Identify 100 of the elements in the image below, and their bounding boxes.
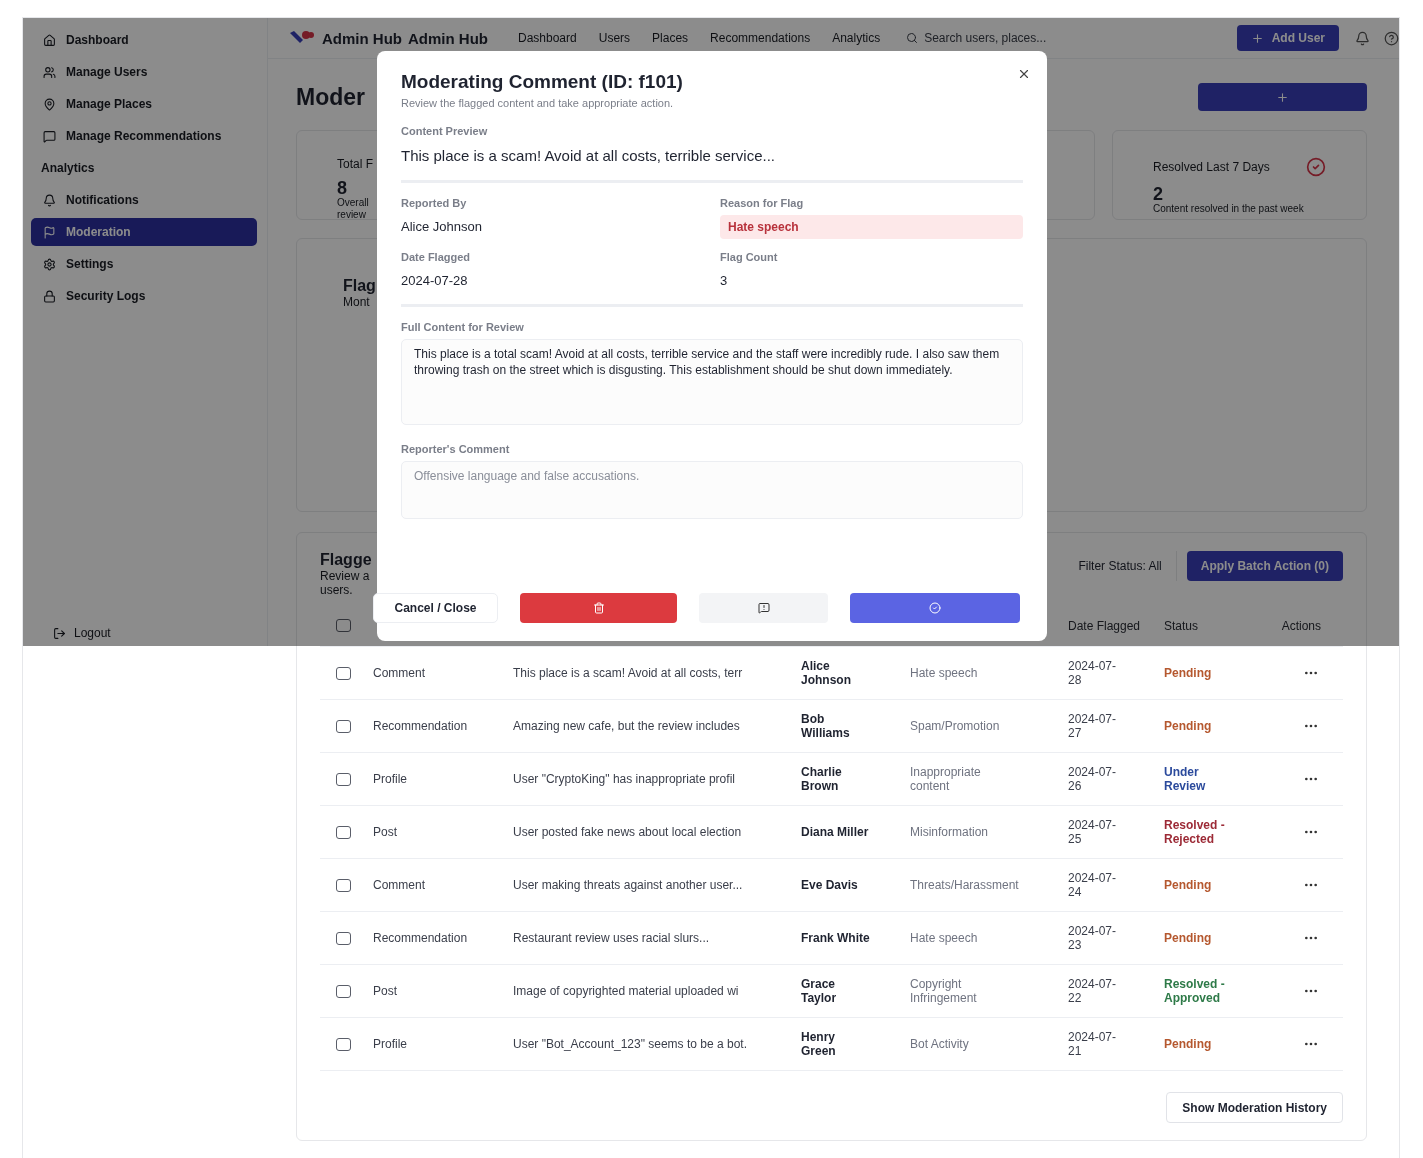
table-cell-text: 2024-07-23 <box>1068 923 1118 953</box>
table-cell-text: Misinformation <box>910 824 990 840</box>
checkbox[interactable] <box>336 1037 351 1051</box>
sidebar-item[interactable]: Manage Recommendations <box>31 122 257 150</box>
table-cell-text: Restaurant review uses racial slurs... <box>513 930 711 946</box>
field-label: Reporter's Comment <box>401 443 511 455</box>
card-title: Flagge <box>320 551 372 569</box>
plus-icon <box>1276 90 1289 104</box>
table-cell-text: 2024-07-26 <box>1068 764 1118 794</box>
card-subtitle: Review a users. <box>320 569 371 597</box>
stat-label: Resolved Last 7 Days <box>1153 160 1270 174</box>
checkbox[interactable] <box>336 772 351 786</box>
table-cell-text: User "CryptoKing" has inappropriate profil <box>513 771 736 787</box>
sidebar-item[interactable]: Manage Places <box>31 90 257 118</box>
dialog-subtitle: Review the flagged content and take appropriate action. <box>401 97 675 109</box>
sidebar-item[interactable]: Dashboard <box>31 26 257 54</box>
status-label: Under Review <box>1164 764 1207 794</box>
checkbox[interactable] <box>336 984 351 998</box>
status-label: Pending <box>1164 665 1213 681</box>
table-cell-text: Recommendation <box>373 930 469 946</box>
logout-link[interactable]: Logout <box>31 626 257 640</box>
checkbox[interactable] <box>336 931 351 945</box>
status-filter[interactable]: Filter Status: All <box>1078 551 1177 581</box>
status-label: Pending <box>1164 1036 1213 1052</box>
stat-value: 8 <box>337 179 347 197</box>
card-subtitle: Mont <box>343 295 370 309</box>
column-header: Date Flagged <box>1068 618 1142 633</box>
bell-icon <box>43 193 56 207</box>
table-cell-text: 2024-07-21 <box>1068 1029 1118 1059</box>
table-cell-text: Image of copyrighted material uploaded wi <box>513 983 740 999</box>
stat-label: Total F <box>337 157 373 171</box>
table-cell-text: Grace Taylor <box>801 976 838 1006</box>
table-cell-text: Recommendation <box>373 718 469 734</box>
home-icon <box>43 33 56 47</box>
nav-link[interactable]: Users <box>598 31 631 45</box>
search-field[interactable]: Search users, places... <box>902 25 1103 51</box>
trash-icon <box>592 602 605 614</box>
status-label: Pending <box>1164 877 1213 893</box>
table-cell-text: Amazing new cafe, but the review includes <box>513 718 741 734</box>
cancel-button[interactable]: Cancel / Close <box>373 593 498 623</box>
checkbox[interactable] <box>336 825 351 839</box>
status-label: Resolved - Rejected <box>1164 817 1226 847</box>
field-label: Date Flagged <box>401 251 472 263</box>
brand-name: Admin Hub <box>408 29 488 47</box>
table-cell-text: Comment <box>373 665 426 681</box>
table-cell-text: Hate speech <box>910 665 979 681</box>
checkbox[interactable] <box>336 719 351 733</box>
flag-icon <box>43 225 56 239</box>
nav-link[interactable]: Analytics <box>832 31 881 45</box>
field-value: 2024-07-28 <box>401 273 469 288</box>
table-cell-text: Eve Davis <box>801 877 859 893</box>
reason-badge: Hate speech <box>720 215 1023 239</box>
table-cell-text: User making threats against another user... <box>513 877 744 893</box>
page-title: Moder <box>296 83 365 111</box>
sidebar-item[interactable]: Security Logs <box>31 282 257 310</box>
logo-icon <box>288 30 314 46</box>
status-label: Pending <box>1164 718 1213 734</box>
field-label: Flag Count <box>720 251 779 263</box>
nav-link[interactable]: Dashboard <box>518 31 577 45</box>
nav-link[interactable]: Recommendations <box>710 31 811 45</box>
add-user-button[interactable]: Add User <box>1236 25 1339 51</box>
plus-icon <box>1250 31 1264 45</box>
field-label: Full Content for Review <box>401 321 525 333</box>
brand-name: Admin Hub <box>322 29 402 47</box>
bell-icon[interactable] <box>1355 30 1370 46</box>
lock-icon <box>43 289 56 303</box>
field-label: Reason for Flag <box>720 197 805 209</box>
table-cell-text: Copyright Infringement <box>910 976 978 1006</box>
comment-text-area[interactable]: Offensive language and false accusations. <box>401 461 1023 519</box>
table-cell-text: 2024-07-27 <box>1068 711 1118 741</box>
table-cell-text: Post <box>373 983 398 999</box>
field-value: Alice Johnson <box>401 219 483 234</box>
logout-icon <box>53 626 66 640</box>
field-label: Content Preview <box>401 125 489 137</box>
column-header: Actions <box>1281 618 1322 633</box>
table-cell-text: Charlie Brown <box>801 764 843 794</box>
help-icon[interactable] <box>1384 30 1399 46</box>
sidebar-item[interactable]: Manage Users <box>31 58 257 86</box>
checkbox[interactable] <box>336 878 351 892</box>
chat-icon <box>43 129 56 143</box>
check-circle-icon <box>929 602 941 614</box>
stat-description: Overall review <box>337 197 370 220</box>
sidebar-item[interactable]: Notifications <box>31 186 257 214</box>
sidebar-item[interactable]: Settings <box>31 250 257 278</box>
table-cell-text: Bot Activity <box>910 1036 970 1052</box>
sidebar-item[interactable]: Moderation <box>31 218 257 246</box>
table-cell-text: 2024-07-28 <box>1068 658 1118 688</box>
checkbox[interactable] <box>336 666 351 680</box>
history-button[interactable]: Show Moderation History <box>1166 1092 1343 1123</box>
batch-action-button[interactable]: Apply Batch Action (0) <box>1186 551 1343 581</box>
stat-value: 2 <box>1153 185 1163 203</box>
table-cell-text: This place is a scam! Avoid at all costs, terr <box>513 665 744 681</box>
table-cell-text: Post <box>373 824 398 840</box>
stat-description: Content resolved in the past week <box>1153 203 1304 215</box>
table-cell-text: User posted fake news about local election <box>513 824 743 840</box>
content-text-area[interactable]: This place is a total scam! Avoid at all costs, terrible service and the staff were incredibly rude. I also saw them throwing trash on the street which is disgusting. This establishment should be shut down immediately. <box>401 339 1023 425</box>
nav-link[interactable]: Places <box>652 31 689 45</box>
table-cell-text: Threats/Harassment <box>910 877 1020 893</box>
checkbox[interactable] <box>336 619 351 632</box>
table-cell-text: Spam/Promotion <box>910 718 1001 734</box>
